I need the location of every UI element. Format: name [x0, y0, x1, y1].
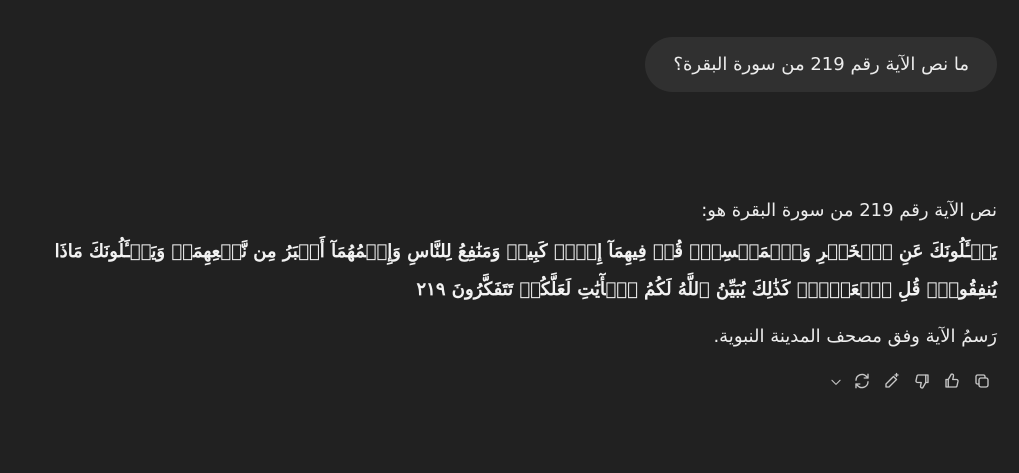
edit-button[interactable]	[877, 370, 907, 396]
copy-icon	[973, 372, 991, 394]
chat-page: ما نص الآية رقم 219 من سورة البقرة؟ نص ا…	[0, 0, 1019, 473]
thumbs-up-icon	[943, 372, 961, 394]
message-actions-bar	[825, 370, 997, 396]
user-message-bubble: ما نص الآية رقم 219 من سورة البقرة؟	[645, 37, 997, 92]
thumbs-down-button[interactable]	[907, 370, 937, 396]
model-switch-dropdown[interactable]	[825, 370, 847, 396]
assistant-intro-text: نص الآية رقم 219 من سورة البقرة هو:	[701, 200, 997, 221]
regenerate-icon	[853, 372, 871, 394]
thumbs-down-icon	[913, 372, 931, 394]
chevron-down-icon	[829, 374, 843, 393]
thumbs-up-button[interactable]	[937, 370, 967, 396]
edit-sparkle-icon	[883, 372, 901, 394]
user-message-text: ما نص الآية رقم 219 من سورة البقرة؟	[673, 54, 969, 75]
assistant-message: نص الآية رقم 219 من سورة البقرة هو: يَسۡ…	[22, 195, 997, 351]
quran-verse-text: يَسۡـَٔلُونَكَ عَنِ ٱلۡخَمۡرِ وَٱلۡمَيۡس…	[54, 241, 997, 300]
regenerate-button[interactable]	[847, 370, 877, 396]
assistant-note-text: رَسمُ الآية وفق مصحف المدينة النبوية.	[713, 326, 997, 347]
copy-button[interactable]	[967, 370, 997, 396]
